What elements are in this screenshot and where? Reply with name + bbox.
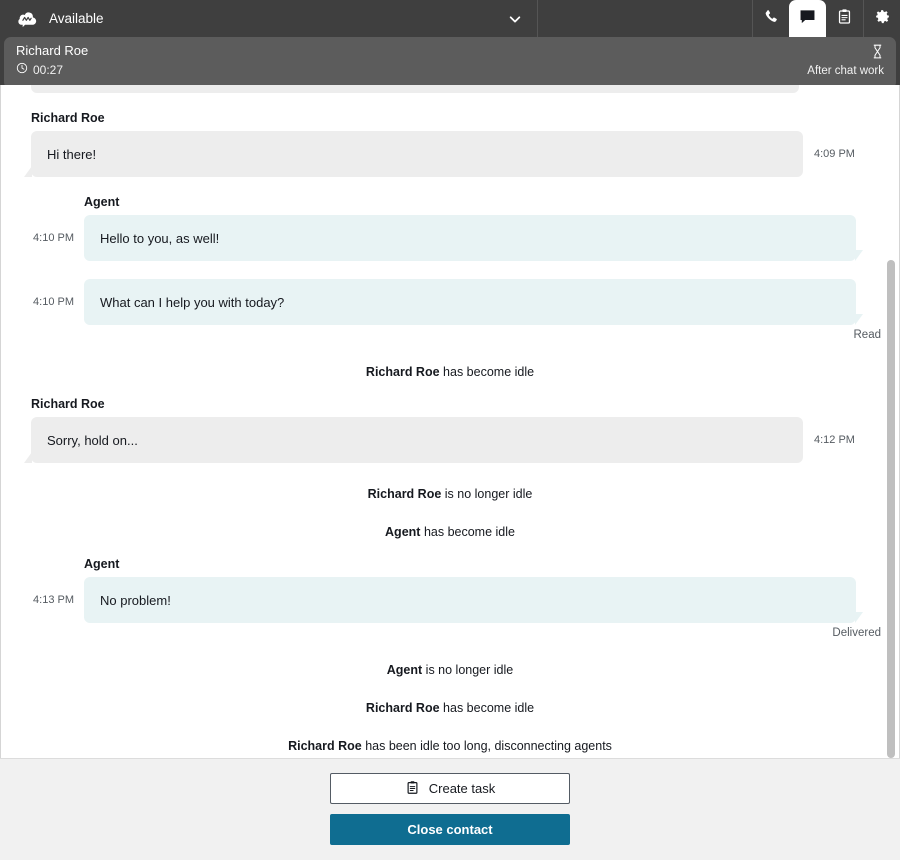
system-event-message: Richard Roe has been idle too long, disc… <box>1 739 899 753</box>
chat-tab[interactable] <box>789 0 826 37</box>
customer-message: Richard Roe Sorry, hold on... 4:12 PM <box>1 397 899 463</box>
create-task-button[interactable]: Create task <box>330 773 570 804</box>
agent-message: Agent 4:13 PM No problem! Delivered <box>1 557 899 639</box>
system-event-text: has become idle <box>443 701 535 715</box>
contact-header: Richard Roe 00:27 After chat work <box>0 37 900 89</box>
clipped-message-bubble <box>31 85 799 93</box>
contact-actions-footer: Create task Close contact <box>0 758 900 860</box>
message-timestamp: 4:10 PM <box>33 232 74 244</box>
system-event-actor: Richard Roe <box>367 487 442 501</box>
message-line: Sorry, hold on... 4:12 PM <box>1 417 899 463</box>
message-timestamp: 4:13 PM <box>33 594 74 606</box>
contact-timer: 00:27 <box>33 63 64 77</box>
active-contact-card[interactable]: Richard Roe 00:27 After chat work <box>4 37 896 89</box>
message-bubble[interactable]: No problem! <box>84 577 863 623</box>
create-task-label: Create task <box>428 781 496 796</box>
system-event-message: Richard Roe is no longer idle <box>1 487 899 501</box>
agent-status-selector[interactable]: Available <box>0 0 538 37</box>
system-event-actor: Richard Roe <box>365 701 440 715</box>
system-event-message: Agent is no longer idle <box>1 663 899 677</box>
system-event-actor: Richard Roe <box>365 365 440 379</box>
system-event-actor: Agent <box>386 663 423 677</box>
contact-name: Richard Roe <box>16 43 89 58</box>
system-event-message: Richard Roe has become idle <box>1 365 899 379</box>
chat-bubble-icon <box>798 7 817 31</box>
message-sender-name: Richard Roe <box>31 397 105 411</box>
agent-message: Agent 4:10 PM Hello to you, as well! <box>1 195 899 261</box>
message-line: 4:10 PM What can I help you with today? <box>1 279 899 325</box>
system-event-text: has been idle too long, disconnecting ag… <box>365 739 612 753</box>
contact-timer-row: 00:27 <box>16 61 88 79</box>
phone-tab[interactable] <box>752 0 789 37</box>
message-line: 4:10 PM Hello to you, as well! <box>1 215 899 261</box>
system-event-actor: Richard Roe <box>288 739 362 753</box>
system-event-text: has become idle <box>423 525 515 539</box>
close-contact-button[interactable]: Close contact <box>330 814 570 845</box>
contact-state: After chat work <box>807 43 884 89</box>
settings-tab[interactable] <box>863 0 900 37</box>
agent-status-bar: Available <box>0 0 900 37</box>
chat-transcript[interactable]: Richard Roe Hi there! 4:09 PM Agent 4:10 PM H… <box>1 85 899 758</box>
message-bubble[interactable]: What can I help you with today? <box>84 279 863 325</box>
amazon-connect-cloud-logo-icon <box>16 8 38 30</box>
system-event-text: is no longer idle <box>425 663 514 677</box>
clock-icon <box>16 61 28 79</box>
system-event-actor: Agent <box>385 525 421 539</box>
message-receipt-status: Read <box>853 329 882 341</box>
agent-status-label: Available <box>49 11 104 26</box>
message-timestamp: 4:10 PM <box>33 296 74 308</box>
ccp-window: Available Richard Roe 00:27 After chat w… <box>0 0 900 860</box>
message-sender-name: Agent <box>84 195 120 209</box>
topbar-tool-icons <box>752 0 900 37</box>
clipboard-icon <box>405 780 420 798</box>
chevron-down-icon[interactable] <box>507 11 523 27</box>
contact-state-label: After chat work <box>807 65 884 77</box>
contact-identity: Richard Roe 00:27 <box>16 43 88 89</box>
clipboard-icon <box>836 8 853 30</box>
message-timestamp: 4:12 PM <box>814 434 855 446</box>
transcript-scrollbar-track[interactable] <box>887 85 895 758</box>
system-event-text: is no longer idle <box>444 487 533 501</box>
system-event-message: Agent has become idle <box>1 525 899 539</box>
tasks-tab[interactable] <box>826 0 863 37</box>
message-timestamp: 4:09 PM <box>814 148 855 160</box>
hourglass-icon <box>871 44 884 64</box>
chat-transcript-panel: Richard Roe Hi there! 4:09 PM Agent 4:10 PM H… <box>0 85 900 758</box>
message-bubble[interactable]: Sorry, hold on... <box>24 417 803 463</box>
message-line: Hi there! 4:09 PM <box>1 131 899 177</box>
customer-message: Richard Roe Hi there! 4:09 PM <box>1 111 899 177</box>
close-contact-label: Close contact <box>407 822 493 837</box>
message-sender-name: Agent <box>84 557 120 571</box>
message-receipt-status: Delivered <box>832 627 881 639</box>
system-event-text: has become idle <box>443 365 535 379</box>
system-event-message: Richard Roe has become idle <box>1 701 899 715</box>
agent-message: 4:10 PM What can I help you with today? Re… <box>1 279 899 341</box>
message-bubble[interactable]: Hi there! <box>24 131 803 177</box>
message-sender-name: Richard Roe <box>31 111 105 125</box>
message-line: 4:13 PM No problem! <box>1 577 899 623</box>
gear-icon <box>874 8 891 30</box>
phone-icon <box>763 8 780 30</box>
message-bubble[interactable]: Hello to you, as well! <box>84 215 863 261</box>
transcript-scrollbar-thumb[interactable] <box>887 259 895 758</box>
